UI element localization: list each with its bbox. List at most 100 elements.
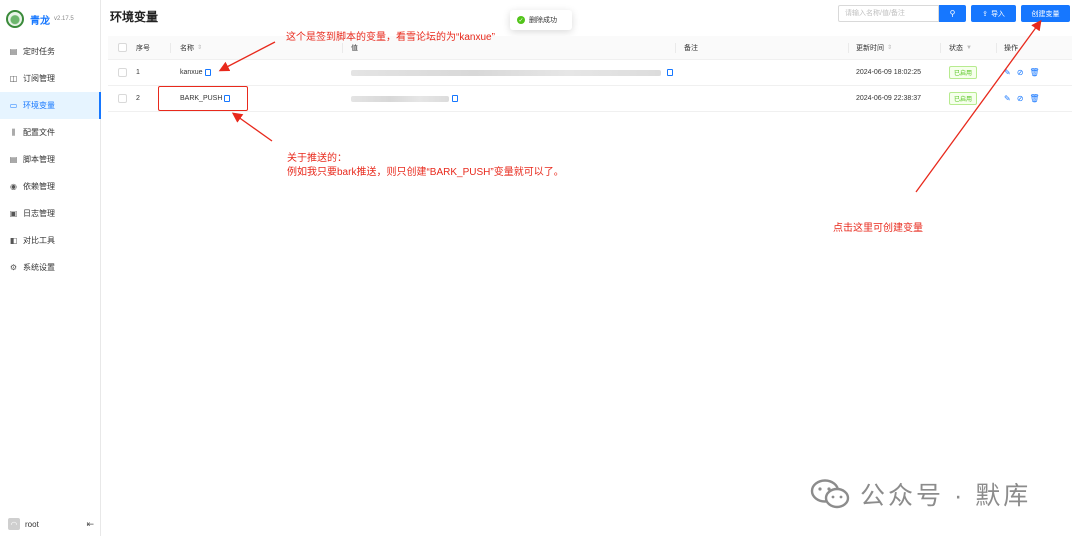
column-divider — [996, 43, 997, 53]
column-divider — [940, 43, 941, 53]
edit-icon[interactable]: ✎ — [1004, 68, 1011, 77]
header-name-label: 名称 — [180, 44, 194, 52]
select-all-checkbox[interactable] — [118, 43, 127, 52]
row-actions: ✎ ⊘ 🗑 — [1004, 86, 1046, 111]
row-updated: 2024-06-09 18:02:25 — [856, 69, 921, 76]
search-button[interactable]: ⚲ — [939, 5, 966, 22]
header-name[interactable]: 名称 ⇕ — [180, 36, 202, 59]
status-badge: 已启用 — [949, 66, 978, 79]
row-status: 已启用 — [949, 86, 978, 111]
copy-icon[interactable] — [667, 69, 673, 76]
edit-icon[interactable]: ✎ — [1004, 94, 1011, 103]
sidebar-item-log[interactable]: ▣ 日志管理 — [0, 200, 100, 227]
page-title: 环境变量 — [110, 10, 159, 24]
app-root: 青龙 v2.17.5 ▤ 定时任务 ◫ 订阅管理 ▭ 环境变量 ⫼ 配置文件 ▤ — [0, 0, 1080, 536]
sidebar-item-label: 定时任务 — [23, 47, 55, 56]
clock-icon: ▤ — [9, 47, 18, 56]
disable-icon[interactable]: ⊘ — [1017, 68, 1024, 77]
env-table: 序号 名称 ⇕ 值 备注 更新时间 ⇕ 状态 ▼ 操作 1 kanxue 202… — [108, 36, 1072, 112]
brand[interactable]: 青龙 v2.17.5 — [6, 8, 74, 30]
row-actions: ✎ ⊘ 🗑 — [1004, 60, 1046, 85]
env-icon: ▭ — [9, 101, 18, 110]
sidebar-item-diff[interactable]: ◧ 对比工具 — [0, 227, 100, 254]
search-input[interactable] — [838, 5, 939, 22]
user-info[interactable]: ◠ root ⇤ — [8, 516, 94, 532]
sidebar-nav: ▤ 定时任务 ◫ 订阅管理 ▭ 环境变量 ⫼ 配置文件 ▤ 脚本管理 ◉ 依赖管… — [0, 38, 101, 281]
sidebar-item-label: 脚本管理 — [23, 155, 55, 164]
row-index: 2 — [136, 95, 140, 102]
search-icon: ⚲ — [949, 9, 956, 18]
sidebar-item-label: 对比工具 — [23, 236, 55, 245]
annotation-middle-line1: 关于推送的： — [287, 153, 347, 164]
delete-icon[interactable]: 🗑 — [1029, 68, 1039, 77]
header-updated-label: 更新时间 — [856, 44, 884, 52]
script-icon: ▤ — [9, 155, 18, 164]
app-title: 青龙 — [30, 15, 50, 27]
select-all-cell — [118, 36, 127, 59]
table-header: 序号 名称 ⇕ 值 备注 更新时间 ⇕ 状态 ▼ 操作 — [108, 36, 1072, 60]
copy-icon[interactable] — [452, 95, 458, 102]
import-label: 导入 — [990, 10, 1005, 18]
qinglong-logo-icon — [6, 10, 24, 28]
copy-icon[interactable] — [204, 69, 211, 76]
row-checkbox[interactable] — [118, 68, 127, 77]
check-circle-icon: ✓ — [517, 16, 525, 24]
arrow-to-bark — [231, 112, 273, 142]
header-remark: 备注 — [684, 44, 698, 52]
row-value — [351, 60, 673, 85]
delete-icon[interactable]: 🗑 — [1029, 94, 1039, 103]
filter-icon: ▼ — [966, 44, 972, 51]
import-button[interactable]: ⇪ 导入 — [971, 5, 1016, 22]
log-icon: ▣ — [9, 209, 18, 218]
annotation-middle-line2: 例如我只要bark推送，则只创建“BARK_PUSH”变量就可以了。 — [287, 167, 564, 178]
header-index: 序号 — [136, 44, 150, 52]
row-status: 已启用 — [949, 60, 978, 85]
header-updated[interactable]: 更新时间 ⇕ — [856, 36, 892, 59]
upload-icon: ⇪ — [982, 10, 988, 18]
sidebar-item-label: 系统设置 — [23, 263, 55, 272]
sidebar-item-settings[interactable]: ⚙ 系统设置 — [0, 254, 100, 281]
row-value — [351, 86, 458, 111]
sidebar-item-label: 日志管理 — [23, 209, 55, 218]
row-name: kanxue — [180, 60, 211, 85]
row-name-text: kanxue — [180, 69, 203, 76]
row-checkbox[interactable] — [118, 94, 127, 103]
dependency-icon: ◉ — [10, 182, 17, 191]
sidebar-item-label: 依赖管理 — [23, 182, 55, 191]
header-status[interactable]: 状态 ▼ — [949, 36, 972, 59]
avatar-icon: ◠ — [8, 518, 20, 530]
sidebar-item-config[interactable]: ⫼ 配置文件 — [0, 119, 100, 146]
blurred-value — [351, 69, 661, 76]
success-toast: ✓ 删除成功 — [510, 10, 572, 30]
config-icon: ⫼ — [11, 127, 16, 137]
create-variable-button[interactable]: 创建变量 — [1021, 5, 1070, 22]
sidebar-item-label: 环境变量 — [23, 101, 55, 110]
sidebar-item-dependency[interactable]: ◉ 依赖管理 — [0, 173, 100, 200]
sidebar-item-cron[interactable]: ▤ 定时任务 — [0, 38, 100, 65]
sidebar-item-env[interactable]: ▭ 环境变量 — [0, 92, 101, 119]
annotation-right: 点击这里可创建变量 — [833, 223, 923, 234]
subscription-icon: ◫ — [9, 74, 18, 83]
sidebar-item-script[interactable]: ▤ 脚本管理 — [0, 146, 100, 173]
column-divider — [675, 43, 676, 53]
sidebar-item-label: 配置文件 — [23, 128, 55, 137]
sidebar: 青龙 v2.17.5 ▤ 定时任务 ◫ 订阅管理 ▭ 环境变量 ⫼ 配置文件 ▤ — [0, 0, 101, 536]
annotation-top: 这个是签到脚本的变量，看雪论坛的为“kanxue” — [286, 32, 495, 43]
highlight-box — [158, 86, 248, 111]
menu-collapse-icon[interactable]: ⇤ — [86, 519, 94, 530]
header-status-label: 状态 — [949, 44, 963, 52]
row-updated: 2024-06-09 22:38:37 — [856, 95, 921, 102]
sidebar-item-subscription[interactable]: ◫ 订阅管理 — [0, 65, 100, 92]
column-divider — [170, 43, 171, 53]
username: root — [25, 519, 39, 529]
blurred-value — [351, 95, 449, 102]
wechat-icon — [810, 479, 850, 509]
table-row: 1 kanxue 2024-06-09 18:02:25 已启用 ✎ ⊘ 🗑 — [108, 60, 1072, 86]
sort-icon: ⇕ — [887, 45, 893, 51]
disable-icon[interactable]: ⊘ — [1017, 94, 1024, 103]
toast-message: 删除成功 — [529, 17, 557, 24]
table-row: 2 BARK_PUSH 2024-06-09 22:38:37 已启用 ✎ ⊘ … — [108, 86, 1072, 112]
sidebar-item-label: 订阅管理 — [23, 74, 55, 83]
row-index: 1 — [136, 69, 140, 76]
watermark: 公众号 · 默库 — [810, 476, 1031, 512]
